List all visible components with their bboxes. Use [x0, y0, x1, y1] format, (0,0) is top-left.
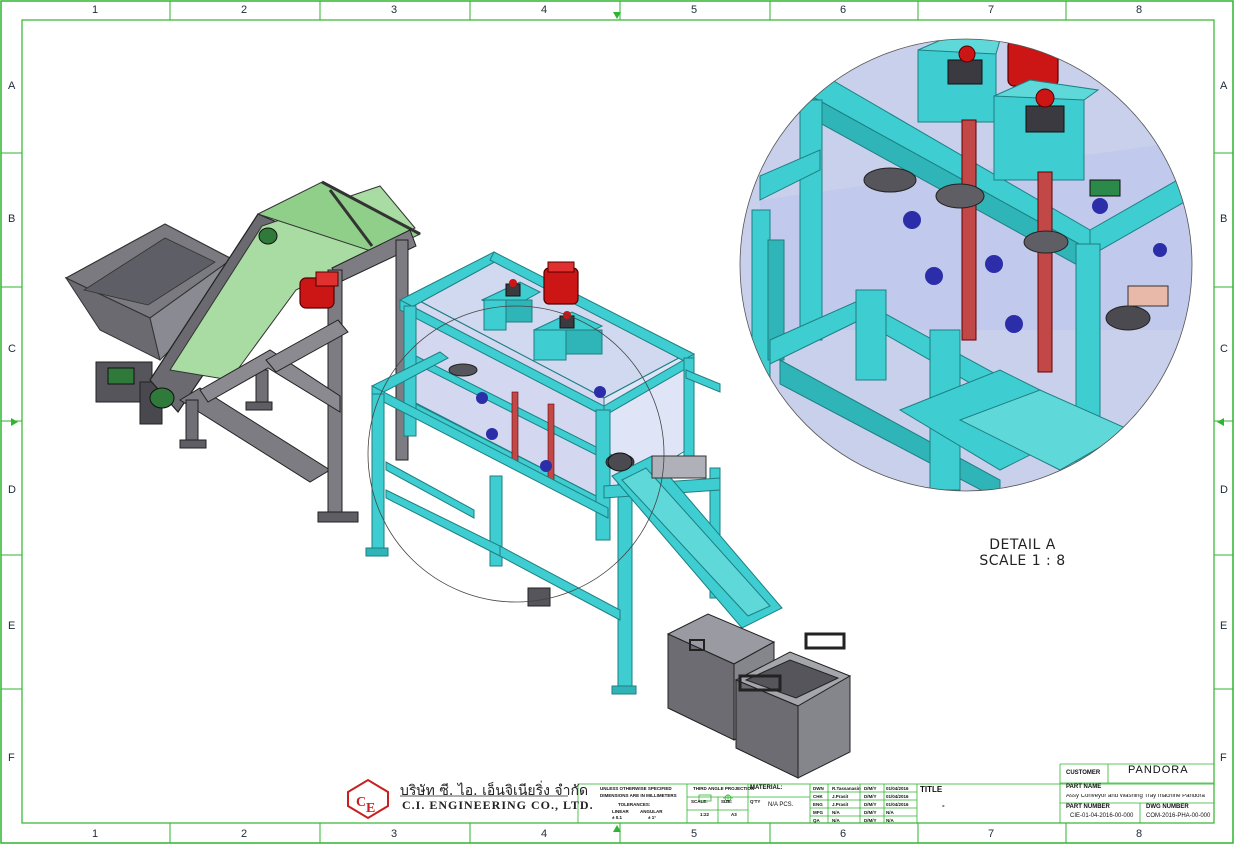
approval-name: J.Prasit — [832, 794, 849, 799]
zone-row-left-D: D — [8, 484, 16, 496]
tb-linear-value: ± 0.1 — [612, 815, 622, 820]
zone-col-bottom-3: 3 — [391, 828, 398, 840]
approval-date: N/A — [886, 810, 894, 815]
zone-col-top-4: 4 — [541, 4, 548, 16]
svg-text:E: E — [366, 801, 375, 816]
tb-dwg-number-label: DWG NUMBER — [1146, 804, 1189, 810]
projection-symbol — [697, 789, 737, 802]
tb-qty-value: N/A PCS. — [768, 802, 794, 808]
tb-part-name-value: Assy Conveyor and Washing Tray machine P… — [1066, 794, 1205, 799]
tb-qty-label: Q'TY — [750, 799, 761, 804]
svg-text:C: C — [356, 795, 366, 810]
zone-row-right-D: D — [1220, 484, 1228, 496]
approval-role: ENG — [813, 802, 823, 807]
zone-col-top-3: 3 — [391, 4, 398, 16]
approval-date: 01/04/2016 — [886, 786, 909, 791]
approval-date-label: D/M/Y — [864, 794, 877, 799]
tb-part-number-value: CIE-01-04-2016-00-000 — [1070, 813, 1134, 819]
approval-date-label: D/M/Y — [864, 818, 877, 823]
zone-row-right-E: E — [1220, 620, 1228, 632]
zone-col-bottom-2: 2 — [241, 828, 248, 840]
zone-row-left-A: A — [8, 80, 16, 92]
zone-col-top-8: 8 — [1136, 4, 1143, 16]
tb-notes-line1: UNLESS OTHERWISE SPECIFIED — [600, 786, 672, 791]
approval-name: N/A — [832, 810, 840, 815]
tb-notes-line2: DIMENSIONS ARE IN MILLIMETERS — [600, 793, 677, 798]
tb-customer-value: PANDORA — [1128, 764, 1189, 776]
zone-col-bottom-7: 7 — [988, 828, 995, 840]
approval-date-label: D/M/Y — [864, 802, 877, 807]
zone-row-right-C: C — [1220, 343, 1228, 355]
zone-row-left-B: B — [8, 213, 16, 225]
tb-tolerances-label: TOLERANCES: — [618, 802, 651, 807]
approval-role: DWN — [813, 786, 824, 791]
tb-angular-label: ANGULAR — [640, 809, 663, 814]
zone-row-left-F: F — [8, 752, 15, 764]
tb-material-label: MATERIAL: — [750, 785, 783, 791]
detail-label: DETAIL A SCALE 1 : 8 — [960, 537, 1085, 569]
zone-col-bottom-6: 6 — [840, 828, 847, 840]
zone-row-right-F: F — [1220, 752, 1227, 764]
tb-title-value: - — [942, 801, 945, 810]
approval-date: 01/04/2016 — [886, 802, 909, 807]
detail-scale: SCALE 1 : 8 — [979, 553, 1066, 569]
detail-title: DETAIL A — [989, 537, 1056, 553]
zone-col-top-6: 6 — [840, 4, 847, 16]
approval-role: QA — [813, 818, 820, 823]
approval-date: 01/04/2016 — [886, 794, 909, 799]
zone-col-top-2: 2 — [241, 4, 248, 16]
approval-date: N/A — [886, 818, 894, 823]
zone-row-left-E: E — [8, 620, 16, 632]
approval-name: N/A — [832, 818, 840, 823]
approval-role: CHK — [813, 794, 823, 799]
approval-name: J.Prasit — [832, 802, 849, 807]
approval-name: R.Tassanasin — [832, 786, 861, 791]
tb-size-value: A3 — [731, 812, 737, 817]
tb-linear-label: LINEAR — [612, 809, 629, 814]
tb-title-label: TITLE — [920, 785, 943, 794]
zone-row-right-B: B — [1220, 213, 1228, 225]
tb-scale-value: 1:22 — [700, 812, 710, 817]
tb-customer-label: CUSTOMER — [1066, 770, 1101, 776]
zone-col-top-7: 7 — [988, 4, 995, 16]
zone-col-top-1: 1 — [92, 4, 99, 16]
zone-col-bottom-5: 5 — [691, 828, 698, 840]
tb-scale-label: SCALE: — [691, 799, 708, 804]
tb-dwg-number-value: COM-2016-PHA-00-000 — [1146, 813, 1211, 819]
approval-date-label: D/M/Y — [864, 786, 877, 791]
zone-row-left-C: C — [8, 343, 16, 355]
tb-angular-value: ± 1° — [648, 815, 657, 820]
tb-part-name-label: PART NAME — [1066, 784, 1102, 790]
zone-row-right-A: A — [1220, 80, 1228, 92]
zone-col-top-5: 5 — [691, 4, 698, 16]
tb-size-label: SIZE: — [721, 799, 733, 804]
approval-date-label: D/M/Y — [864, 810, 877, 815]
zone-col-bottom-4: 4 — [541, 828, 548, 840]
drawing-sheet: C E — [0, 0, 1234, 844]
company-english-name: C.I. ENGINEERING CO., LTD. — [402, 798, 594, 812]
tb-part-number-label: PART NUMBER — [1066, 804, 1110, 810]
zone-col-bottom-1: 1 — [92, 828, 99, 840]
approval-role: MFG — [813, 810, 823, 815]
zone-col-bottom-8: 8 — [1136, 828, 1143, 840]
